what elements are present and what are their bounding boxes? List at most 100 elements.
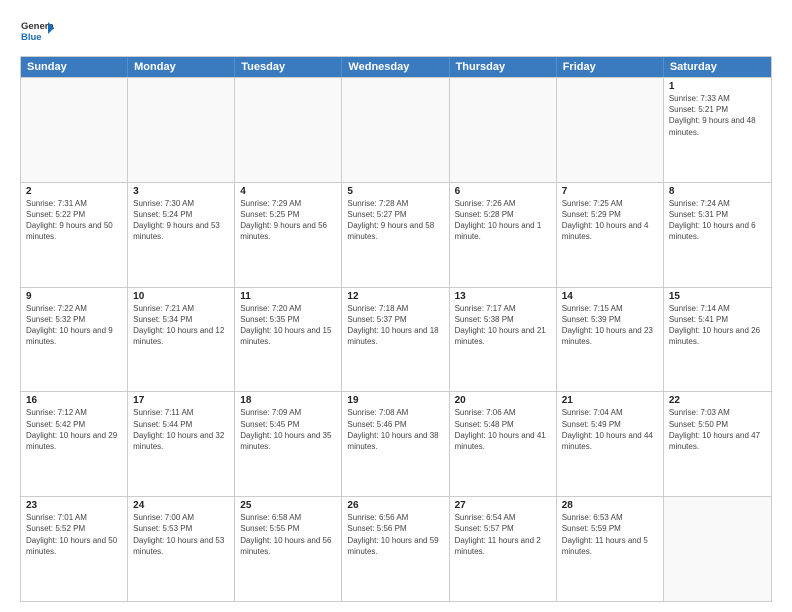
day-info: Sunrise: 7:00 AM Sunset: 5:53 PM Dayligh… (133, 512, 229, 557)
calendar-cell: 11Sunrise: 7:20 AM Sunset: 5:35 PM Dayli… (235, 288, 342, 392)
calendar-cell (128, 78, 235, 182)
day-info: Sunrise: 7:30 AM Sunset: 5:24 PM Dayligh… (133, 198, 229, 243)
calendar-cell: 9Sunrise: 7:22 AM Sunset: 5:32 PM Daylig… (21, 288, 128, 392)
day-number: 19 (347, 395, 443, 406)
day-info: Sunrise: 7:11 AM Sunset: 5:44 PM Dayligh… (133, 407, 229, 452)
day-number: 11 (240, 291, 336, 302)
day-number: 28 (562, 500, 658, 511)
day-number: 12 (347, 291, 443, 302)
calendar-cell: 27Sunrise: 6:54 AM Sunset: 5:57 PM Dayli… (450, 497, 557, 601)
day-number: 7 (562, 186, 658, 197)
calendar-body: 1Sunrise: 7:33 AM Sunset: 5:21 PM Daylig… (21, 77, 771, 601)
day-info: Sunrise: 6:54 AM Sunset: 5:57 PM Dayligh… (455, 512, 551, 557)
calendar-week: 9Sunrise: 7:22 AM Sunset: 5:32 PM Daylig… (21, 287, 771, 392)
day-info: Sunrise: 7:14 AM Sunset: 5:41 PM Dayligh… (669, 303, 766, 348)
day-info: Sunrise: 7:31 AM Sunset: 5:22 PM Dayligh… (26, 198, 122, 243)
weekday-header: Saturday (664, 57, 771, 77)
calendar-week: 1Sunrise: 7:33 AM Sunset: 5:21 PM Daylig… (21, 77, 771, 182)
day-number: 3 (133, 186, 229, 197)
day-number: 6 (455, 186, 551, 197)
day-number: 20 (455, 395, 551, 406)
calendar-cell: 22Sunrise: 7:03 AM Sunset: 5:50 PM Dayli… (664, 392, 771, 496)
day-info: Sunrise: 7:22 AM Sunset: 5:32 PM Dayligh… (26, 303, 122, 348)
calendar-cell: 1Sunrise: 7:33 AM Sunset: 5:21 PM Daylig… (664, 78, 771, 182)
day-number: 22 (669, 395, 766, 406)
page-header: General Blue (20, 16, 772, 50)
calendar-cell: 3Sunrise: 7:30 AM Sunset: 5:24 PM Daylig… (128, 183, 235, 287)
day-info: Sunrise: 7:29 AM Sunset: 5:25 PM Dayligh… (240, 198, 336, 243)
calendar-cell (557, 78, 664, 182)
calendar-week: 23Sunrise: 7:01 AM Sunset: 5:52 PM Dayli… (21, 496, 771, 601)
calendar-cell: 23Sunrise: 7:01 AM Sunset: 5:52 PM Dayli… (21, 497, 128, 601)
day-info: Sunrise: 7:24 AM Sunset: 5:31 PM Dayligh… (669, 198, 766, 243)
day-info: Sunrise: 7:18 AM Sunset: 5:37 PM Dayligh… (347, 303, 443, 348)
calendar-cell: 26Sunrise: 6:56 AM Sunset: 5:56 PM Dayli… (342, 497, 449, 601)
calendar-header: SundayMondayTuesdayWednesdayThursdayFrid… (21, 57, 771, 77)
day-number: 10 (133, 291, 229, 302)
day-info: Sunrise: 6:56 AM Sunset: 5:56 PM Dayligh… (347, 512, 443, 557)
calendar-cell (664, 497, 771, 601)
calendar-cell: 15Sunrise: 7:14 AM Sunset: 5:41 PM Dayli… (664, 288, 771, 392)
calendar-cell: 10Sunrise: 7:21 AM Sunset: 5:34 PM Dayli… (128, 288, 235, 392)
day-number: 14 (562, 291, 658, 302)
calendar-cell: 12Sunrise: 7:18 AM Sunset: 5:37 PM Dayli… (342, 288, 449, 392)
calendar-cell: 7Sunrise: 7:25 AM Sunset: 5:29 PM Daylig… (557, 183, 664, 287)
calendar-cell: 2Sunrise: 7:31 AM Sunset: 5:22 PM Daylig… (21, 183, 128, 287)
calendar-cell (342, 78, 449, 182)
day-number: 8 (669, 186, 766, 197)
day-info: Sunrise: 7:21 AM Sunset: 5:34 PM Dayligh… (133, 303, 229, 348)
calendar-cell (21, 78, 128, 182)
day-info: Sunrise: 6:53 AM Sunset: 5:59 PM Dayligh… (562, 512, 658, 557)
day-number: 24 (133, 500, 229, 511)
day-number: 27 (455, 500, 551, 511)
logo-svg: General Blue (20, 16, 54, 50)
calendar-cell: 6Sunrise: 7:26 AM Sunset: 5:28 PM Daylig… (450, 183, 557, 287)
calendar-cell: 16Sunrise: 7:12 AM Sunset: 5:42 PM Dayli… (21, 392, 128, 496)
calendar-cell: 24Sunrise: 7:00 AM Sunset: 5:53 PM Dayli… (128, 497, 235, 601)
calendar-cell: 19Sunrise: 7:08 AM Sunset: 5:46 PM Dayli… (342, 392, 449, 496)
weekday-header: Monday (128, 57, 235, 77)
day-info: Sunrise: 7:15 AM Sunset: 5:39 PM Dayligh… (562, 303, 658, 348)
calendar-cell: 18Sunrise: 7:09 AM Sunset: 5:45 PM Dayli… (235, 392, 342, 496)
calendar: SundayMondayTuesdayWednesdayThursdayFrid… (20, 56, 772, 602)
day-info: Sunrise: 6:58 AM Sunset: 5:55 PM Dayligh… (240, 512, 336, 557)
calendar-cell: 17Sunrise: 7:11 AM Sunset: 5:44 PM Dayli… (128, 392, 235, 496)
day-info: Sunrise: 7:03 AM Sunset: 5:50 PM Dayligh… (669, 407, 766, 452)
day-number: 25 (240, 500, 336, 511)
day-info: Sunrise: 7:04 AM Sunset: 5:49 PM Dayligh… (562, 407, 658, 452)
calendar-cell: 13Sunrise: 7:17 AM Sunset: 5:38 PM Dayli… (450, 288, 557, 392)
calendar-cell: 5Sunrise: 7:28 AM Sunset: 5:27 PM Daylig… (342, 183, 449, 287)
calendar-week: 2Sunrise: 7:31 AM Sunset: 5:22 PM Daylig… (21, 182, 771, 287)
calendar-cell: 21Sunrise: 7:04 AM Sunset: 5:49 PM Dayli… (557, 392, 664, 496)
calendar-cell (235, 78, 342, 182)
day-number: 21 (562, 395, 658, 406)
day-number: 5 (347, 186, 443, 197)
day-number: 17 (133, 395, 229, 406)
calendar-cell: 8Sunrise: 7:24 AM Sunset: 5:31 PM Daylig… (664, 183, 771, 287)
logo: General Blue (20, 16, 54, 50)
calendar-cell: 4Sunrise: 7:29 AM Sunset: 5:25 PM Daylig… (235, 183, 342, 287)
day-info: Sunrise: 7:08 AM Sunset: 5:46 PM Dayligh… (347, 407, 443, 452)
day-number: 18 (240, 395, 336, 406)
day-number: 13 (455, 291, 551, 302)
calendar-week: 16Sunrise: 7:12 AM Sunset: 5:42 PM Dayli… (21, 391, 771, 496)
day-number: 1 (669, 81, 766, 92)
day-info: Sunrise: 7:06 AM Sunset: 5:48 PM Dayligh… (455, 407, 551, 452)
calendar-cell: 28Sunrise: 6:53 AM Sunset: 5:59 PM Dayli… (557, 497, 664, 601)
day-number: 2 (26, 186, 122, 197)
day-info: Sunrise: 7:20 AM Sunset: 5:35 PM Dayligh… (240, 303, 336, 348)
calendar-cell (450, 78, 557, 182)
day-info: Sunrise: 7:33 AM Sunset: 5:21 PM Dayligh… (669, 93, 766, 138)
calendar-cell: 25Sunrise: 6:58 AM Sunset: 5:55 PM Dayli… (235, 497, 342, 601)
day-info: Sunrise: 7:26 AM Sunset: 5:28 PM Dayligh… (455, 198, 551, 243)
day-number: 23 (26, 500, 122, 511)
weekday-header: Wednesday (342, 57, 449, 77)
weekday-header: Sunday (21, 57, 128, 77)
day-info: Sunrise: 7:09 AM Sunset: 5:45 PM Dayligh… (240, 407, 336, 452)
svg-text:Blue: Blue (21, 32, 42, 43)
day-number: 9 (26, 291, 122, 302)
day-info: Sunrise: 7:25 AM Sunset: 5:29 PM Dayligh… (562, 198, 658, 243)
day-info: Sunrise: 7:01 AM Sunset: 5:52 PM Dayligh… (26, 512, 122, 557)
weekday-header: Friday (557, 57, 664, 77)
day-info: Sunrise: 7:28 AM Sunset: 5:27 PM Dayligh… (347, 198, 443, 243)
